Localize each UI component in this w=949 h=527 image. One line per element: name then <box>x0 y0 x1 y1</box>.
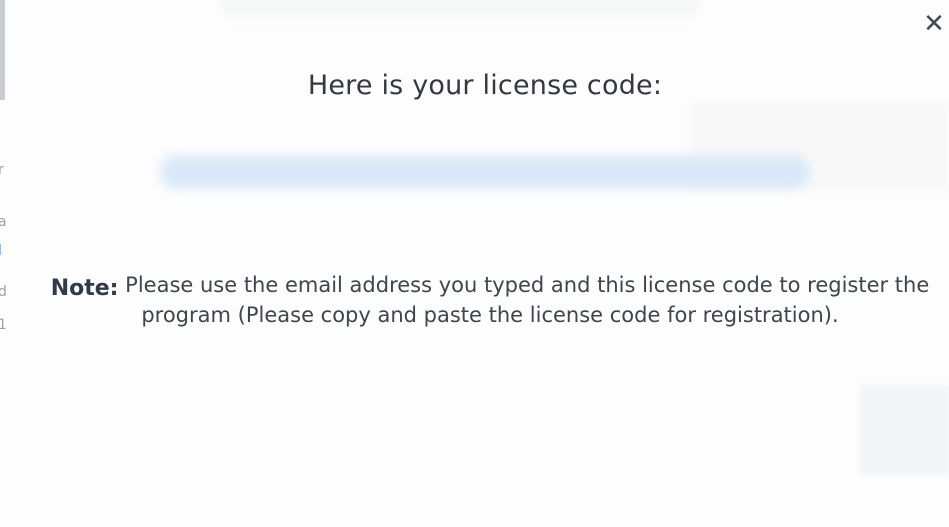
close-icon[interactable]: ✕ <box>920 8 948 40</box>
registration-note: Note: Please use the email address you t… <box>50 272 930 329</box>
license-code-dialog: ✕ Here is your license code: Note: Pleas… <box>0 0 949 527</box>
license-code-field[interactable] <box>160 155 810 189</box>
note-text: Please use the email address you typed a… <box>125 273 930 327</box>
page: r a l d 1 ✕ Here is your license code: N… <box>0 0 949 527</box>
dialog-title: Here is your license code: <box>307 70 663 101</box>
note-label: Note: <box>50 276 119 301</box>
